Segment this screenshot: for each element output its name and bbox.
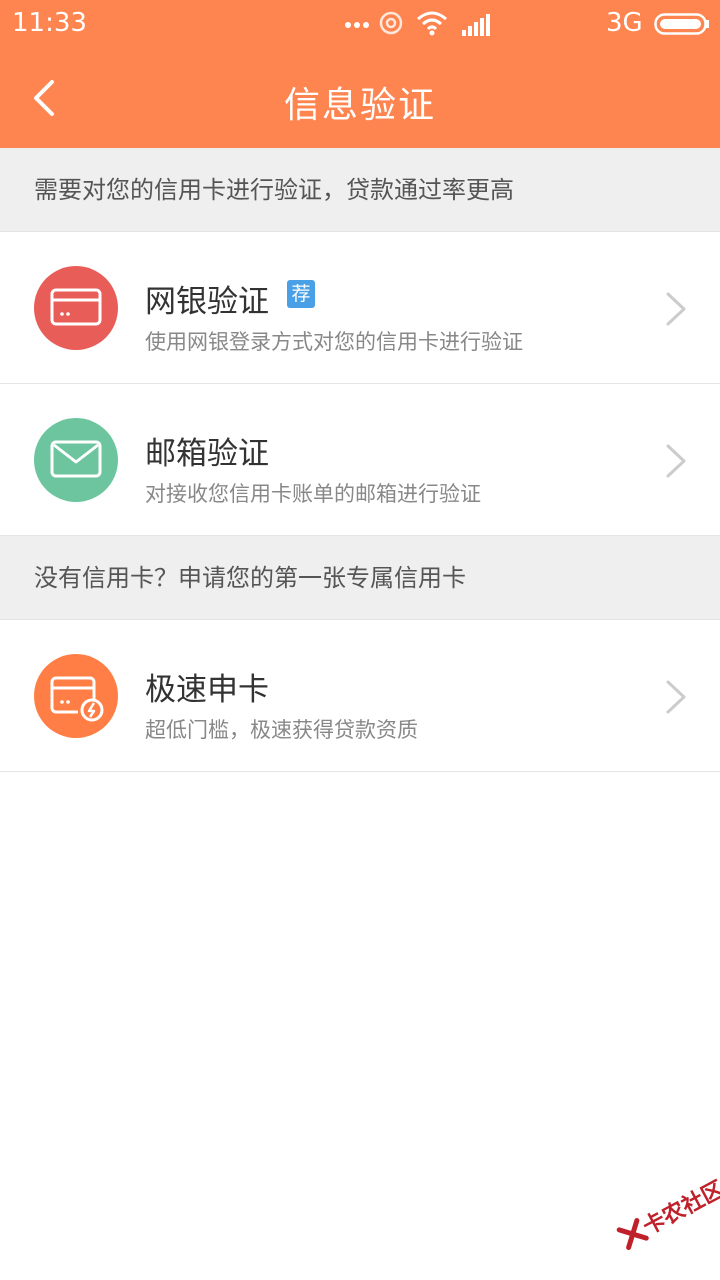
network-type: 3G (606, 8, 643, 38)
hotspot-icon (378, 10, 404, 36)
watermark-text: 卡农社区 (639, 1176, 720, 1241)
chevron-right-icon (666, 292, 686, 326)
more-dots-icon (344, 20, 370, 30)
chevron-right-icon (666, 444, 686, 478)
wifi-icon (416, 10, 448, 36)
card-flash-icon (34, 654, 118, 738)
top-bar: 11:33 3G 信息验证 (0, 0, 720, 148)
list-item-email-verify[interactable]: 邮箱验证 对接收您信用卡账单的邮箱进行验证 (0, 384, 720, 536)
battery-icon (654, 12, 710, 36)
list-item-netbank-verify[interactable]: 网银验证 荐 使用网银登录方式对您的信用卡进行验证 (0, 232, 720, 384)
recommend-badge: 荐 (287, 280, 315, 308)
section-header-apply: 没有信用卡？申请您的第一张专属信用卡 (0, 536, 720, 620)
chevron-right-icon (666, 680, 686, 714)
item-description: 使用网银登录方式对您的信用卡进行验证 (145, 330, 523, 354)
nav-bar: 信息验证 (0, 50, 720, 148)
item-description: 对接收您信用卡账单的邮箱进行验证 (145, 482, 481, 506)
status-bar: 11:33 3G (0, 0, 720, 50)
status-time: 11:33 (12, 8, 87, 38)
item-title: 邮箱验证 (145, 436, 269, 472)
list-item-quick-apply[interactable]: 极速申卡 超低门槛，极速获得贷款资质 (0, 620, 720, 772)
item-title: 极速申卡 (145, 672, 269, 708)
page-title: 信息验证 (283, 85, 436, 126)
card-icon (34, 266, 118, 350)
signal-icon (460, 12, 492, 36)
section-header-verify: 需要对您的信用卡进行验证，贷款通过率更高 (0, 148, 720, 232)
mail-icon (34, 418, 118, 502)
item-title: 网银验证 (145, 284, 269, 320)
item-description: 超低门槛，极速获得贷款资质 (145, 718, 418, 742)
watermark-logo: 卡农社区 (607, 1168, 720, 1277)
